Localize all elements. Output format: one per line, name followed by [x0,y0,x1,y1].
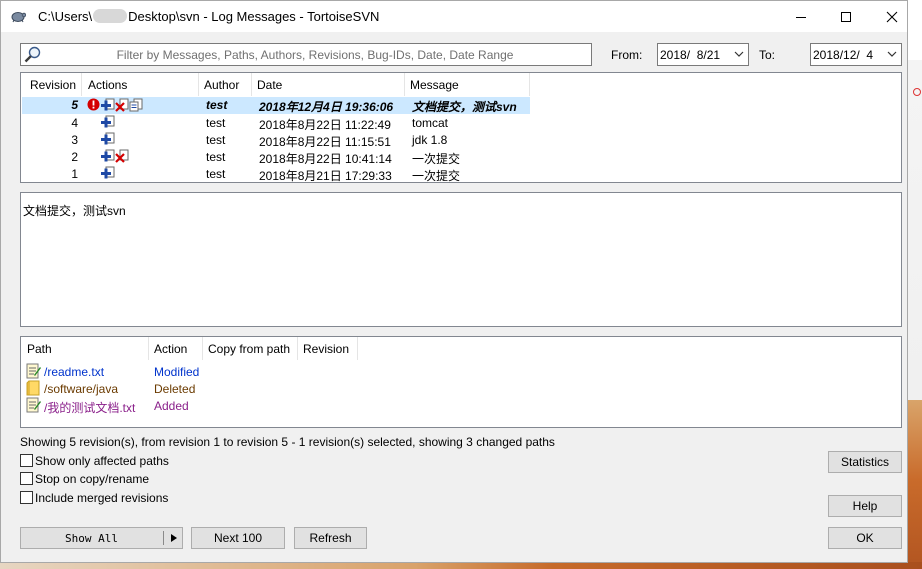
from-date-value: 2018/ 8/21 [660,48,721,62]
col-header-message[interactable]: Message [405,73,530,96]
conflict-icon [87,98,100,111]
message-cell: 文档提交，测试svn [412,100,517,114]
next-100-button[interactable]: Next 100 [191,527,285,549]
search-icon [24,46,41,63]
col-header-actions[interactable]: Actions [82,73,199,96]
chevron-right-icon[interactable] [171,534,177,542]
folder-icon [26,380,40,396]
maximize-button[interactable] [823,1,869,32]
path-action: Deleted [154,382,196,396]
path-action: Modified [154,365,200,379]
col-header-author[interactable]: Author [199,73,252,96]
checkbox-box[interactable] [20,454,33,467]
revision-row[interactable]: 2 test 2018年8月22日 10:41:14 一次提交 [22,148,530,166]
date-cell: 2018年12月4日 19:36:06 [259,100,394,114]
message-cell: jdk 1.8 [412,133,448,147]
maximize-icon [841,11,851,22]
revision-number: 3 [71,133,78,147]
redacted-username [93,9,128,23]
to-date-picker[interactable]: 2018/12/ 4 [810,43,902,66]
help-button[interactable]: Help [828,495,902,517]
col-header-revision[interactable]: Revision [298,337,358,360]
author-cell: test [206,116,226,130]
col-header-date[interactable]: Date [252,73,405,96]
revision-row[interactable]: 4 test 2018年8月22日 11:22:49 tomcat [22,114,530,132]
added-icon [101,132,115,145]
log-messages-window: C:\Users\ Desktop\svn - Log Messages - To… [0,0,908,563]
path-text: /我的测试文档.txt [44,401,136,415]
to-label: To: [759,48,776,62]
chevron-down-icon [734,51,744,57]
close-button[interactable] [869,1,915,32]
checkbox-label: Include merged revisions [35,491,169,505]
to-date-value: 2018/12/ 4 [813,48,874,62]
filter-field[interactable] [20,43,592,66]
added-icon [101,115,115,128]
author-cell: test [206,150,226,164]
col-header-path[interactable]: Path [21,337,149,360]
filter-input[interactable] [45,45,585,64]
path-action: Added [154,399,189,413]
from-date-picker[interactable]: 2018/ 8/21 [657,43,749,66]
log-message-text: 文档提交，测试svn [23,204,126,218]
log-message-box[interactable]: 文档提交，测试svn [20,192,902,327]
background-desktop-bottom [0,562,922,569]
background-desktop [907,0,922,569]
col-header-copy-from[interactable]: Copy from path [203,337,298,360]
revision-number: 1 [71,167,78,181]
revision-row[interactable]: 5 test 2018年12月4日 19:36:06 文档提交，测试svn [22,97,530,114]
added-icon [101,149,115,162]
minimize-icon [796,16,806,18]
revision-list[interactable]: Revision Actions Author Date Message 5 t… [20,72,902,183]
date-cell: 2018年8月21日 17:29:33 [259,169,392,183]
close-icon [886,11,898,22]
revision-number: 2 [71,150,78,164]
show-all-label: Show All [65,532,118,545]
title-bar[interactable]: C:\Users\ Desktop\svn - Log Messages - To… [1,1,907,32]
from-label: From: [611,48,643,62]
col-header-action[interactable]: Action [149,337,203,360]
added-icon [101,98,115,111]
show-all-button[interactable]: Show All [20,527,183,549]
message-cell: tomcat [412,116,449,130]
revision-row[interactable]: 3 test 2018年8月22日 11:15:51 jdk 1.8 [22,131,530,149]
checkbox-box[interactable] [20,472,33,485]
ok-button[interactable]: OK [828,527,902,549]
split-divider [163,531,164,545]
window-title: C:\Users\ Desktop\svn - Log Messages - To… [38,9,379,24]
revision-number: 4 [71,116,78,130]
path-text: /software/java [44,382,119,396]
col-header-revision[interactable]: Revision [21,73,82,96]
deleted-icon [115,98,129,112]
author-cell: test [206,133,226,147]
minimize-button[interactable] [778,1,824,32]
statistics-button[interactable]: Statistics [828,451,902,473]
added-icon [101,166,115,179]
checkbox-label: Show only affected paths [35,454,169,468]
title-suffix: Desktop\svn - Log Messages - TortoiseSVN [128,9,380,24]
text-file-icon [26,397,41,413]
author-cell: test [206,98,228,112]
refresh-button[interactable]: Refresh [294,527,367,549]
checkbox-label: Stop on copy/rename [35,472,150,486]
title-prefix: C:\Users\ [38,9,93,24]
modified-icon [129,98,143,112]
message-cell: 一次提交 [412,169,461,183]
author-cell: test [206,167,226,181]
text-file-icon [26,363,41,379]
revision-row[interactable]: 1 test 2018年8月21日 17:29:33 一次提交 [22,165,530,183]
path-text: /readme.txt [44,365,105,379]
tortoise-icon [11,12,26,23]
revision-number: 5 [71,98,78,112]
status-text: Showing 5 revision(s), from revision 1 t… [20,435,555,449]
checkbox-box[interactable] [20,491,33,504]
deleted-icon [115,149,129,163]
changed-paths-list[interactable]: Path Action Copy from path Revision /rea… [20,336,902,428]
chevron-down-icon [887,51,897,57]
background-mark [913,88,921,96]
